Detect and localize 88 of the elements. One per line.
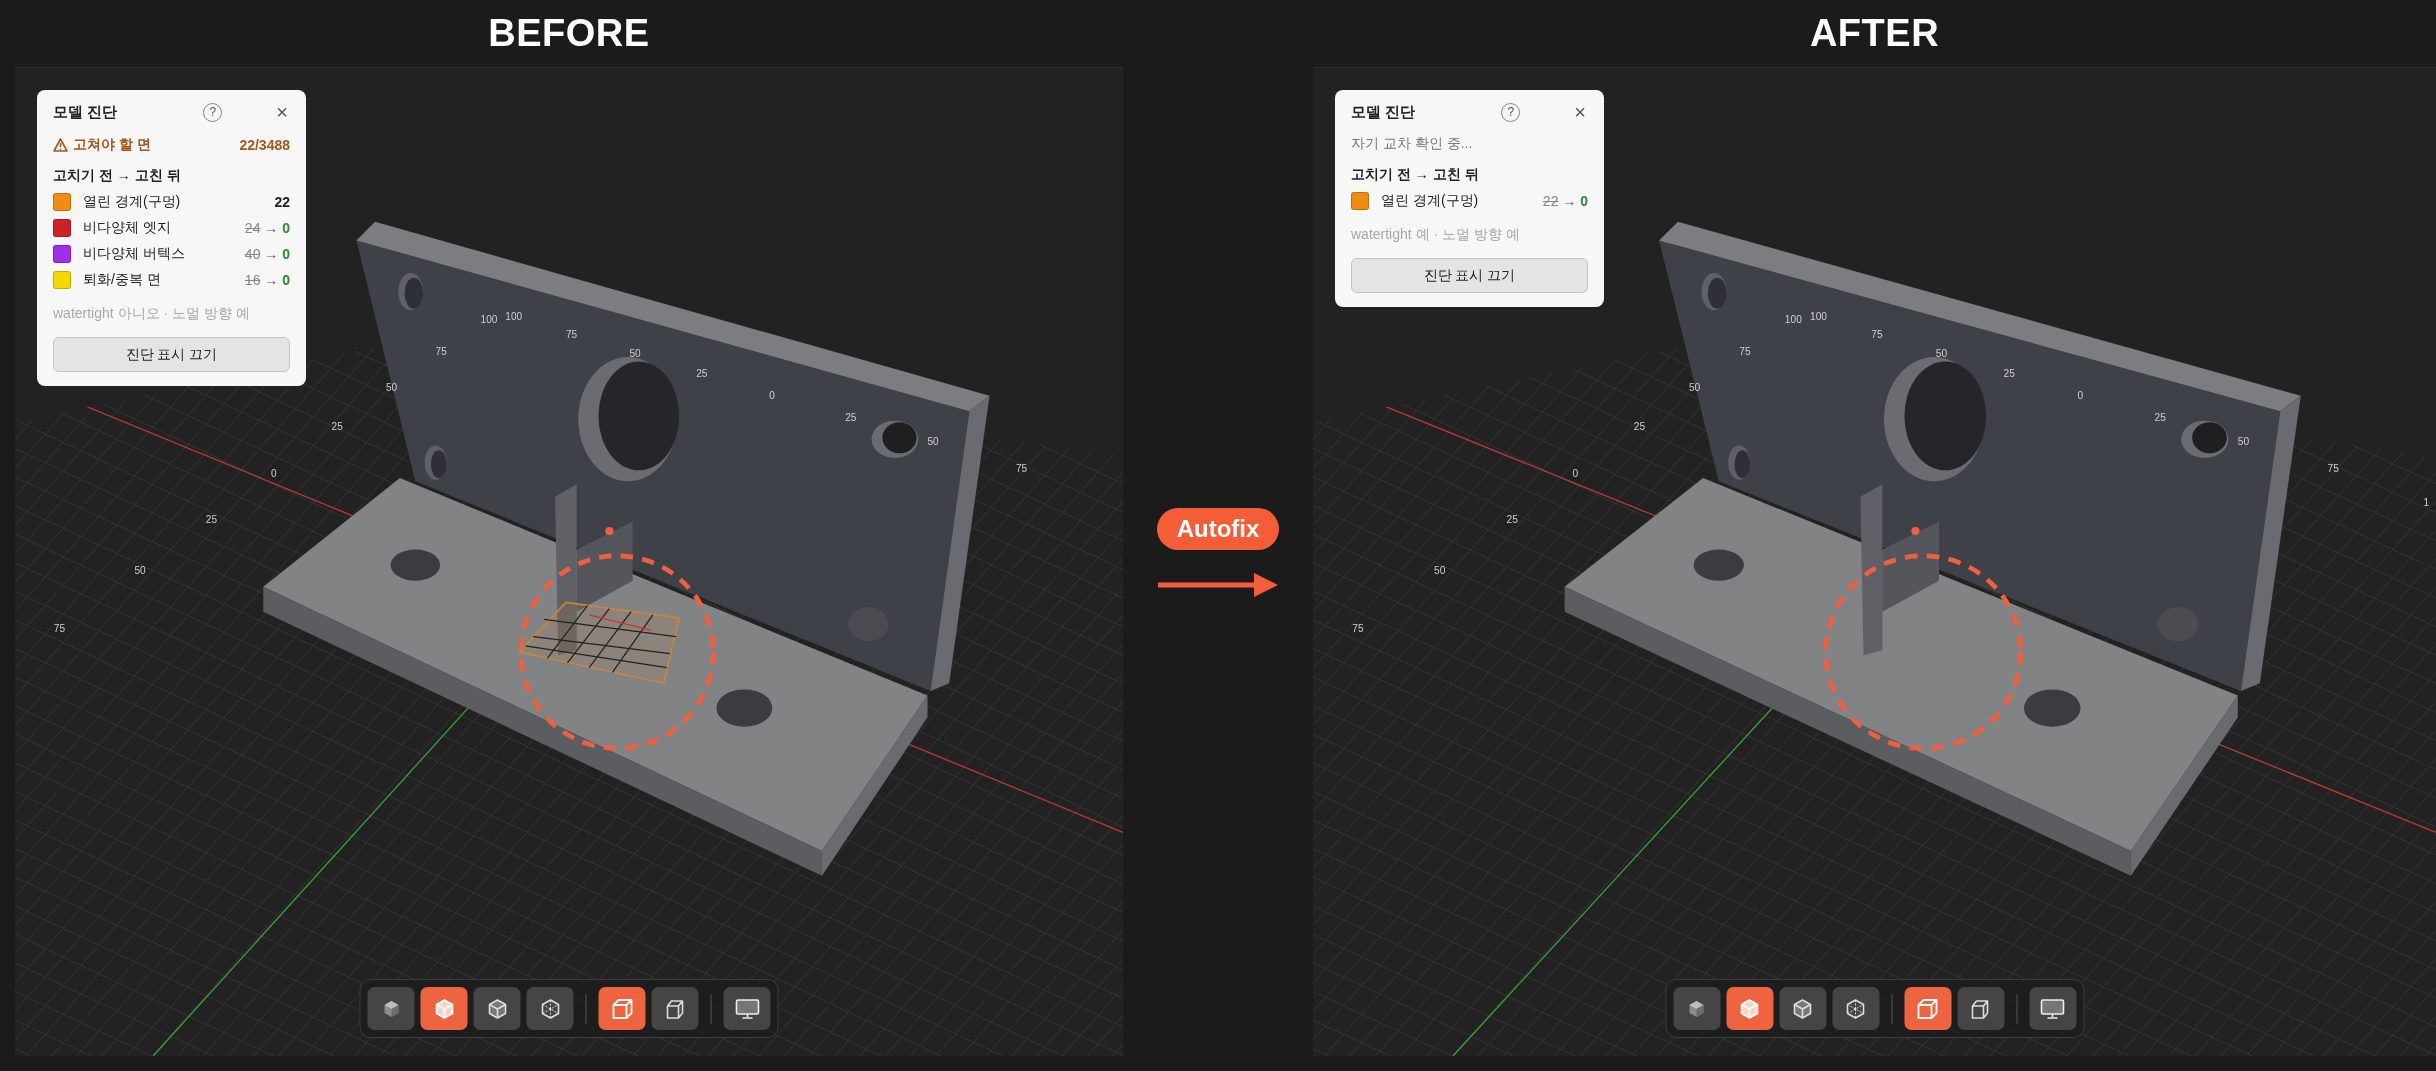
view-mode-button[interactable] bbox=[1957, 987, 2004, 1030]
axis-label: 25 bbox=[1633, 421, 1646, 432]
hide-diagnostics-button[interactable]: 진단 표시 끄기 bbox=[1351, 258, 1588, 293]
axis-label: 25 bbox=[2003, 368, 2015, 380]
view-mode-button[interactable] bbox=[1673, 987, 1720, 1030]
view-mode-button[interactable] bbox=[367, 987, 415, 1030]
axis-label: 0 bbox=[2077, 389, 2084, 401]
axis-label: 25 bbox=[2154, 411, 2166, 423]
axis-label: 25 bbox=[696, 368, 708, 380]
defect-label: 퇴화/중복 면 bbox=[83, 271, 162, 289]
axis-label: 100 bbox=[1784, 313, 1802, 325]
close-button[interactable]: × bbox=[274, 102, 290, 122]
comparison-title: AFTER bbox=[1809, 12, 1940, 55]
translucent-cube-icon bbox=[486, 997, 508, 1020]
axis-label: 50 bbox=[2237, 436, 2250, 448]
comparison-title: BEFORE bbox=[488, 12, 650, 55]
axis-label: 100 bbox=[480, 313, 498, 325]
view-mode-button[interactable] bbox=[1832, 987, 1879, 1030]
view-mode-button[interactable] bbox=[473, 987, 521, 1030]
axis-label: 75 bbox=[1871, 329, 1883, 341]
count-change: 40 → 0 bbox=[244, 246, 290, 262]
hide-diagnostics-button[interactable]: 진단 표시 끄기 bbox=[53, 337, 290, 372]
status-text: 자기 교차 확인 중... bbox=[1351, 135, 1474, 153]
axis-label: 75 bbox=[1015, 462, 1028, 474]
axis-label: 50 bbox=[385, 382, 398, 394]
marker-dot bbox=[605, 526, 614, 535]
view-mode-button[interactable] bbox=[1904, 987, 1951, 1030]
mesh-status-text: watertight 예 · 노멀 방향 예 bbox=[1351, 226, 1521, 244]
axis-label: 0 bbox=[769, 389, 775, 401]
view-mode-button[interactable] bbox=[1779, 987, 1826, 1030]
monitor-icon bbox=[734, 997, 760, 1020]
section-heading: 고치기 전 → 고친 뒤 bbox=[53, 167, 182, 185]
axis-label: 1 bbox=[2423, 497, 2430, 509]
axis-label: 50 bbox=[1688, 382, 1701, 394]
axis-label: 0 bbox=[271, 467, 277, 479]
defect-label: 비다양체 버텍스 bbox=[83, 245, 186, 263]
autofix-label: Autofix bbox=[1156, 508, 1280, 550]
shaded-cube-icon bbox=[433, 997, 455, 1020]
panel-title: 모델 진단 bbox=[53, 102, 119, 122]
view-mode-button[interactable] bbox=[723, 987, 771, 1030]
count-change: 24 → 0 bbox=[244, 220, 290, 236]
marker-dot bbox=[1911, 526, 1920, 535]
view-mode-button[interactable] bbox=[1726, 987, 1773, 1030]
translucent-cube-icon bbox=[1791, 997, 1814, 1020]
wireframe-cube-icon bbox=[539, 997, 561, 1020]
axis-label: 100 bbox=[505, 310, 523, 322]
axis-label: 0 bbox=[1572, 467, 1579, 479]
warning-label: 고쳐야 할 면 bbox=[73, 136, 152, 154]
monitor-icon bbox=[2039, 997, 2066, 1020]
view-mode-button[interactable] bbox=[2029, 987, 2076, 1030]
count-change: 16 → 0 bbox=[244, 272, 290, 288]
axis-label: 50 bbox=[927, 436, 939, 448]
count-change: 22 → 0 bbox=[1542, 193, 1588, 209]
axis-label: 50 bbox=[134, 565, 146, 577]
axis-label: 50 bbox=[629, 347, 641, 359]
axis-label: 25 bbox=[845, 411, 857, 423]
defect-count: 22 bbox=[274, 194, 290, 210]
axis-label: 75 bbox=[565, 329, 578, 341]
arrow-icon bbox=[1156, 572, 1280, 598]
warning-icon bbox=[53, 138, 68, 152]
defect-label: 비다양체 엣지 bbox=[83, 219, 172, 237]
section-heading: 고치기 전 → 고친 뒤 bbox=[1351, 166, 1480, 184]
defect-label: 열린 경계(구멍) bbox=[83, 193, 182, 211]
axis-label: 75 bbox=[1739, 346, 1751, 358]
warning-count: 22/3488 bbox=[239, 137, 290, 153]
cube-outline-icon bbox=[610, 997, 634, 1020]
axis-label: 75 bbox=[435, 346, 447, 358]
axis-label: 50 bbox=[1935, 348, 1948, 359]
close-button[interactable]: × bbox=[1572, 102, 1588, 122]
cube-outline-icon bbox=[664, 997, 686, 1020]
view-mode-button[interactable] bbox=[420, 987, 468, 1030]
axis-label: 75 bbox=[2327, 462, 2339, 474]
axis-label: 25 bbox=[331, 420, 343, 432]
wireframe-cube-icon bbox=[1844, 997, 1867, 1020]
axis-label: 25 bbox=[205, 514, 218, 526]
axis-label: 25 bbox=[1506, 514, 1518, 526]
defect-label: 열린 경계(구멍) bbox=[1381, 192, 1480, 210]
view-mode-button[interactable] bbox=[526, 987, 574, 1030]
axis-label: 100 bbox=[1810, 310, 1828, 322]
axis-label: 75 bbox=[1352, 622, 1364, 634]
shaded-cube-icon bbox=[1738, 997, 1761, 1020]
axis-label: 50 bbox=[1434, 565, 1446, 577]
panel-title: 모델 진단 bbox=[1351, 102, 1417, 122]
view-mode-button[interactable] bbox=[651, 987, 699, 1030]
mesh-status-text: watertight 아니오 · 노멀 방향 예 bbox=[53, 305, 251, 323]
axis-label: 75 bbox=[53, 622, 65, 634]
view-mode-button[interactable] bbox=[598, 987, 646, 1030]
cube-outline-icon bbox=[1915, 997, 1940, 1020]
